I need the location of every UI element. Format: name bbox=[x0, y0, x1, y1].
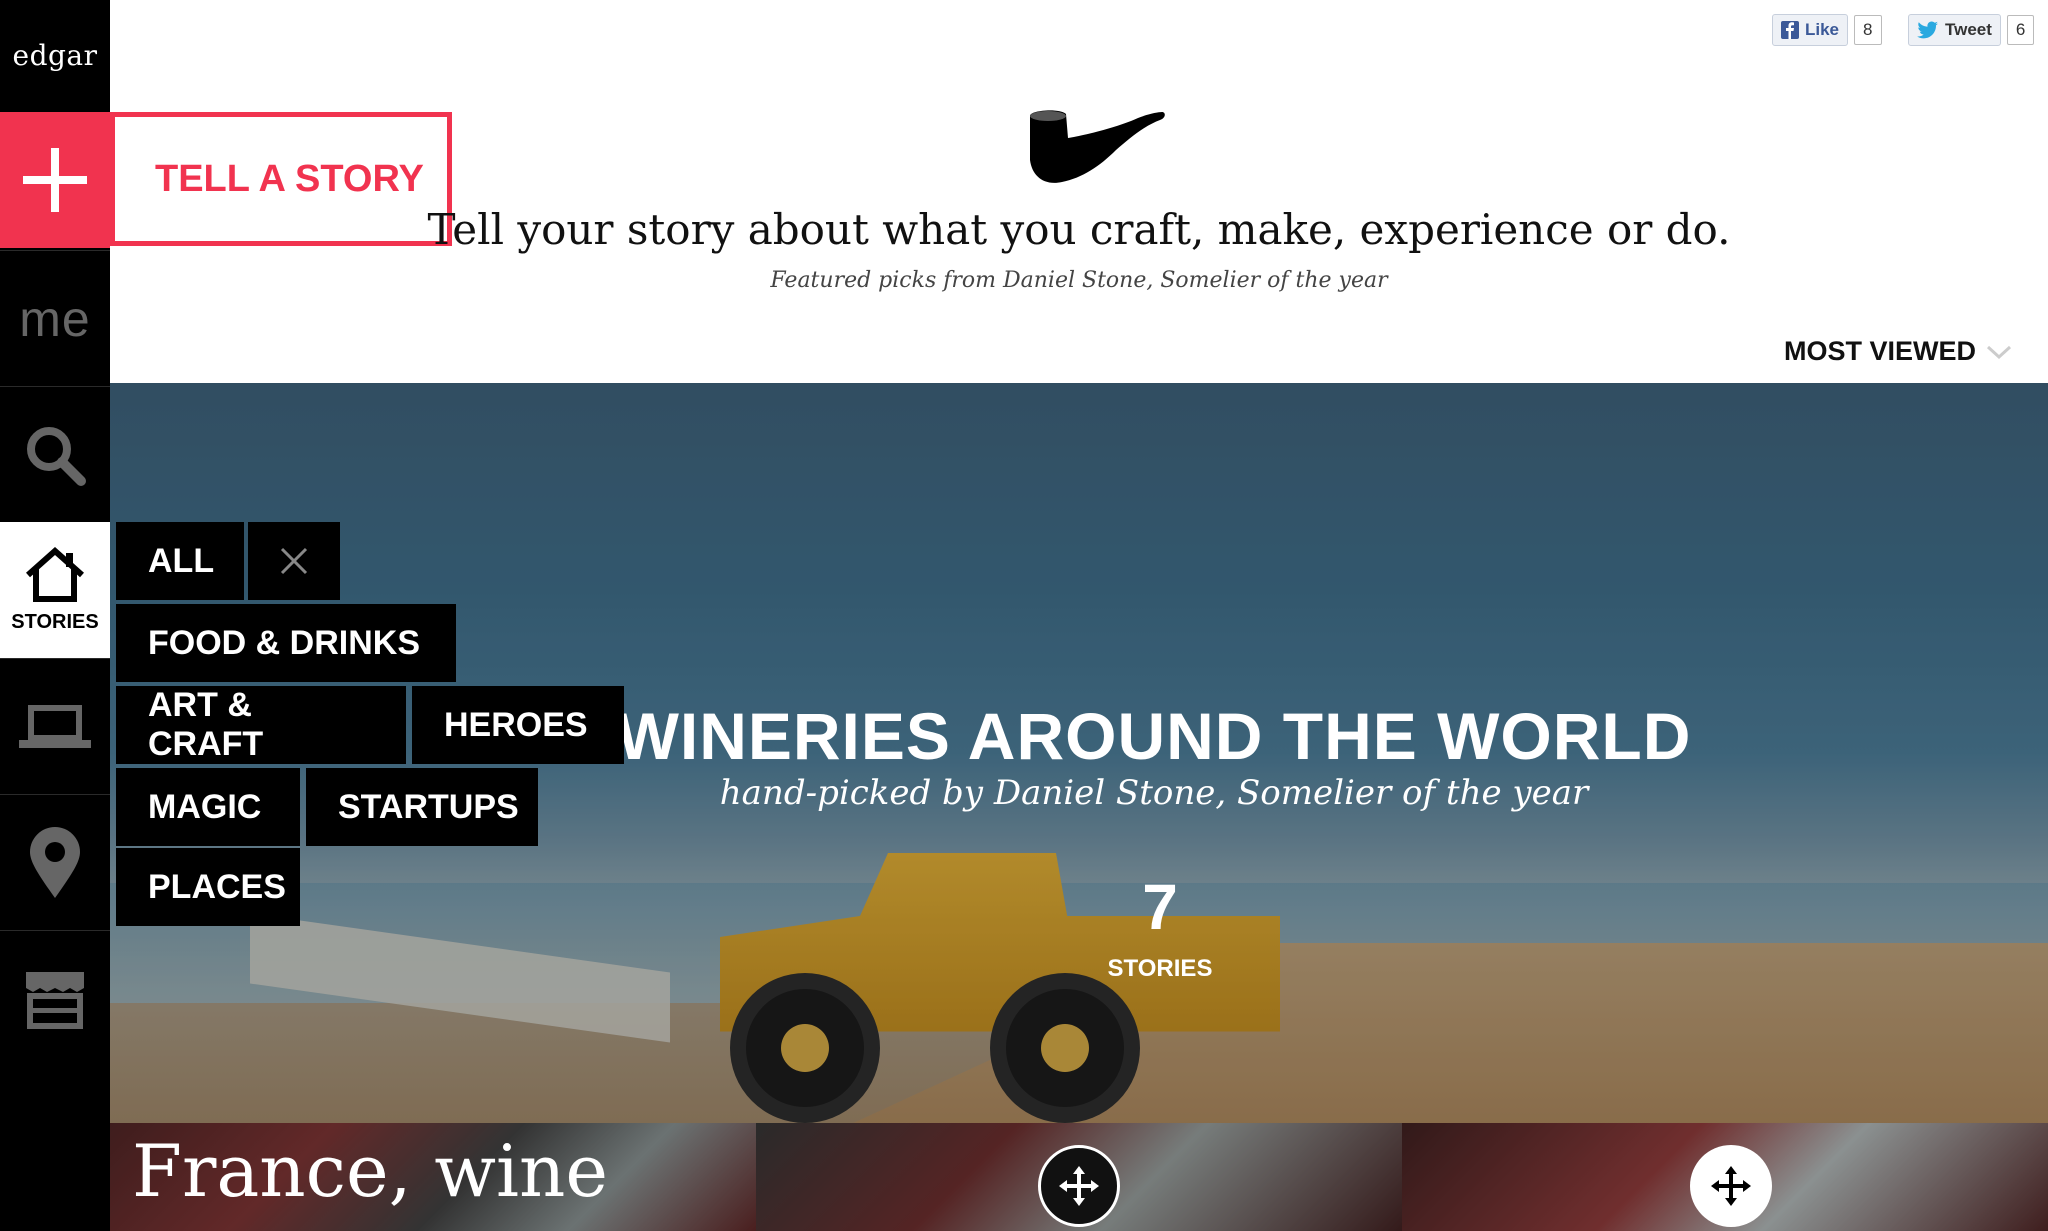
tagline: Tell your story about what you craft, ma… bbox=[427, 205, 1731, 254]
category-magic[interactable]: MAGIC bbox=[116, 768, 300, 846]
story-tile[interactable] bbox=[756, 1123, 1402, 1231]
category-places[interactable]: PLACES bbox=[116, 848, 300, 926]
tweet-count: 6 bbox=[2006, 15, 2035, 45]
hero-title: WINERIES AROUND THE WORLD bbox=[616, 699, 1692, 773]
tell-story-plus-button[interactable] bbox=[0, 112, 110, 248]
tweet-label: Tweet bbox=[1945, 20, 1992, 39]
sidebar-item-laptop[interactable] bbox=[0, 658, 110, 794]
sidebar-item-stories[interactable]: STORIES bbox=[0, 522, 110, 658]
shop-icon bbox=[26, 971, 84, 1029]
move-button[interactable] bbox=[1038, 1145, 1120, 1227]
move-arrows-icon bbox=[1711, 1166, 1751, 1206]
facebook-icon bbox=[1781, 21, 1799, 39]
map-pin-icon bbox=[30, 826, 80, 898]
house-icon bbox=[26, 546, 84, 602]
story-tiles: France, wine bbox=[110, 1123, 2048, 1231]
pipe-icon bbox=[1030, 110, 1165, 183]
category-all[interactable]: ALL bbox=[116, 522, 244, 600]
move-arrows-icon bbox=[1059, 1166, 1099, 1206]
story-tile[interactable]: France, wine bbox=[110, 1123, 756, 1231]
category-heroes[interactable]: HEROES bbox=[412, 686, 624, 764]
sidebar: edgar me STORIES bbox=[0, 0, 110, 1231]
sort-dropdown[interactable]: MOST VIEWED bbox=[1784, 336, 2012, 367]
story-tile-title: France, wine bbox=[132, 1129, 609, 1213]
featured-subtitle: Featured picks from Daniel Stone, Someli… bbox=[770, 268, 1388, 293]
sort-label: MOST VIEWED bbox=[1783, 336, 1976, 366]
close-icon bbox=[280, 547, 308, 575]
facebook-like-button[interactable]: Like bbox=[1772, 14, 1849, 46]
category-close-button[interactable] bbox=[248, 522, 340, 600]
move-button[interactable] bbox=[1690, 1145, 1772, 1227]
twitter-bird-icon bbox=[1917, 21, 1938, 39]
hero-subtitle: hand-picked by Daniel Stone, Somelier of… bbox=[719, 773, 1589, 813]
category-food-drinks[interactable]: FOOD & DRINKS bbox=[116, 604, 456, 682]
sidebar-item-places[interactable] bbox=[0, 794, 110, 930]
logo[interactable]: edgar bbox=[0, 0, 110, 110]
laptop-icon bbox=[19, 704, 91, 748]
story-tile[interactable] bbox=[1402, 1123, 2048, 1231]
chevron-down-icon bbox=[1986, 345, 2012, 359]
sidebar-item-stories-label: STORIES bbox=[11, 610, 99, 633]
tweet-widget: Tweet 6 bbox=[1908, 14, 2035, 46]
tweet-button[interactable]: Tweet bbox=[1908, 14, 2001, 46]
story-count-label: STORIES bbox=[1107, 955, 1213, 982]
plus-icon bbox=[23, 148, 87, 212]
category-startups[interactable]: STARTUPS bbox=[306, 768, 538, 846]
sidebar-item-me-label: me bbox=[19, 290, 91, 347]
search-icon bbox=[27, 426, 86, 486]
like-label: Like bbox=[1805, 20, 1840, 39]
category-art-craft[interactable]: ART & CRAFT bbox=[116, 686, 406, 764]
sidebar-item-me[interactable]: me bbox=[0, 250, 110, 386]
tell-a-story-label: TELL A STORY bbox=[155, 157, 424, 200]
facebook-like-widget: Like 8 bbox=[1772, 14, 1882, 46]
sidebar-item-shop[interactable] bbox=[0, 930, 110, 1066]
sidebar-item-search[interactable] bbox=[0, 386, 110, 522]
like-count: 8 bbox=[1854, 15, 1882, 45]
story-count: 7 bbox=[1142, 871, 1178, 943]
